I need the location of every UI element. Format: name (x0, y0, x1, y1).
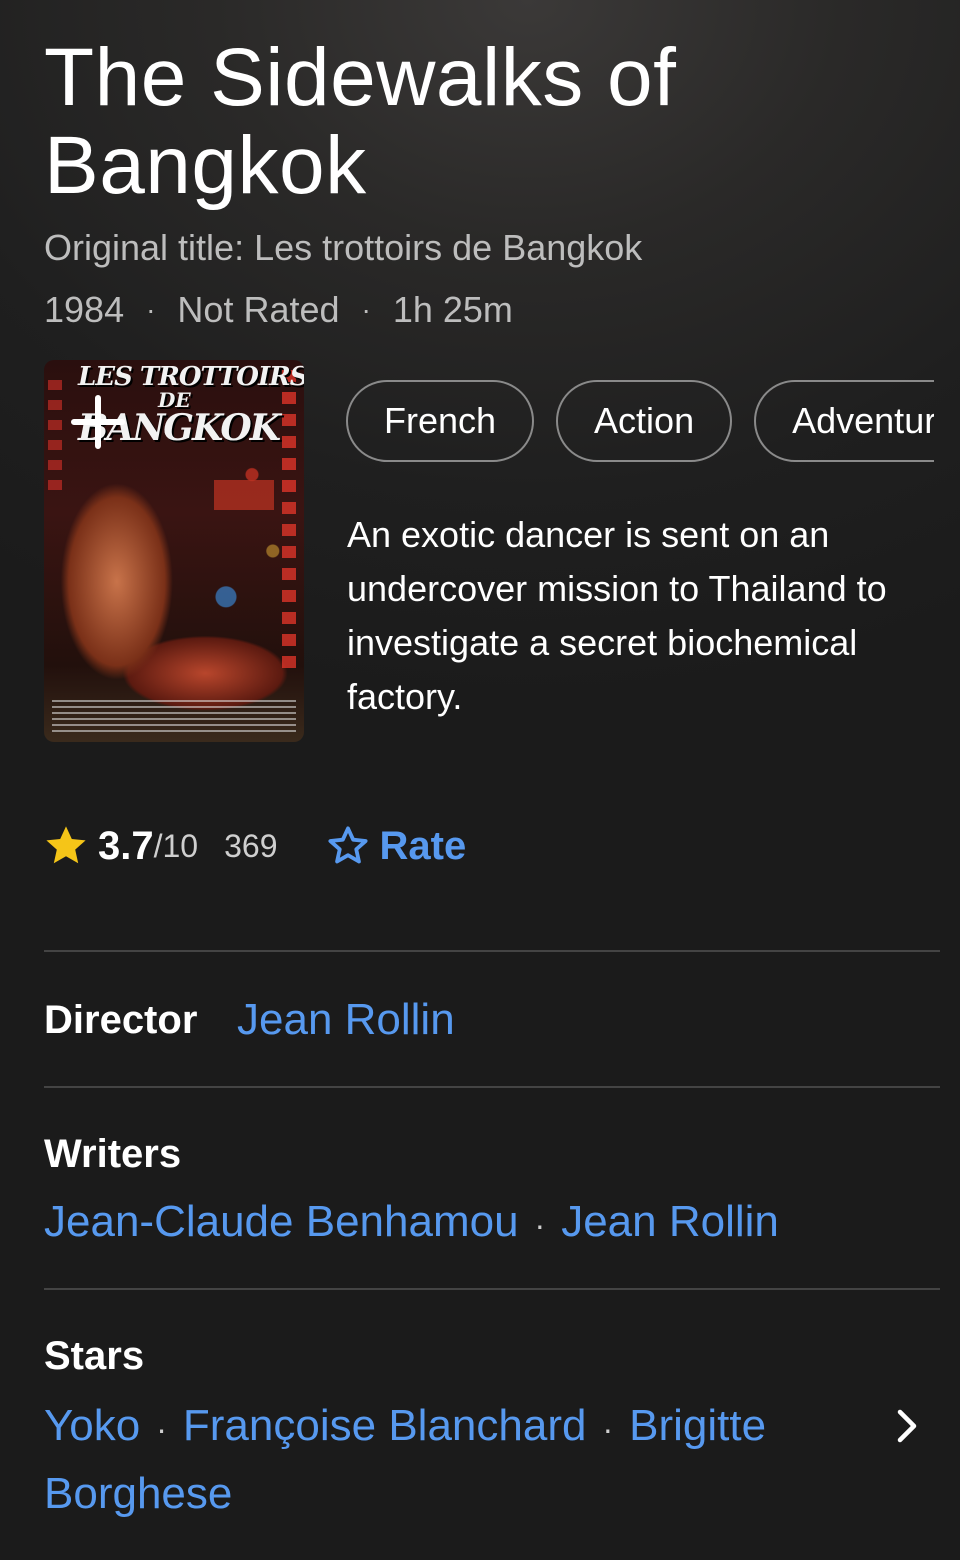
original-title: Original title: Les trottoirs de Bangkok (44, 227, 643, 268)
divider (44, 950, 940, 952)
name-separator: · (534, 1207, 546, 1243)
rating-max: /10 (153, 827, 199, 864)
divider (44, 1086, 940, 1088)
writer-link[interactable]: Jean-Claude Benhamou (44, 1197, 519, 1246)
star-icon (46, 826, 86, 864)
rating-count: 369 (224, 827, 278, 864)
meta-separator: · (146, 294, 156, 325)
director-names: Jean Rollin (237, 986, 455, 1054)
runtime: 1h 25m (392, 289, 513, 330)
star-link[interactable]: Brigitte (629, 1401, 766, 1450)
poster-neon-sign (214, 480, 274, 510)
rating-row: 3.7 /10 369 Rate (42, 816, 466, 876)
star-outline-icon (328, 826, 369, 864)
page-title: The Sidewalks of Bangkok (44, 32, 677, 211)
release-year[interactable]: 1984 (44, 288, 124, 332)
stars-names-line: Yoko · Françoise Blanchard · Brigitte (44, 1392, 766, 1463)
certificate[interactable]: Not Rated (177, 288, 339, 332)
writer-link[interactable]: Jean Rollin (561, 1197, 779, 1246)
plot-summary[interactable]: An exotic dancer is sent on an undercove… (347, 508, 927, 724)
genre-chip[interactable]: French (346, 380, 535, 462)
genre-chip[interactable]: Action (556, 380, 733, 462)
writers-label: Writers (44, 1132, 182, 1176)
writers-names: Jean-Claude Benhamou · Jean Rollin (44, 1188, 779, 1259)
star-link[interactable]: Borghese (44, 1469, 232, 1518)
stars-label: Stars (44, 1334, 145, 1378)
star-link[interactable]: Yoko (44, 1401, 140, 1450)
add-icon (71, 395, 125, 449)
poster-credit-block (52, 700, 296, 736)
add-to-watchlist-button[interactable] (56, 380, 140, 464)
genre-chips: French Action Adventure (346, 380, 934, 464)
rate-label: Rate (379, 823, 467, 868)
chevron-right-icon[interactable] (892, 1406, 924, 1446)
director-link[interactable]: Jean Rollin (237, 995, 455, 1044)
meta-separator: · (361, 294, 371, 325)
name-separator: · (602, 1411, 614, 1447)
rating-value[interactable]: 3.7 (98, 824, 154, 869)
stars-names-line: Borghese (44, 1460, 232, 1528)
star-link[interactable]: Françoise Blanchard (183, 1401, 587, 1450)
title-meta: 1984 · Not Rated · 1h 25m (44, 288, 513, 332)
name-separator: · (156, 1411, 167, 1447)
rate-button[interactable]: Rate (325, 823, 466, 869)
genre-chip[interactable]: Adventure (754, 380, 934, 462)
title-page: The Sidewalks of Bangkok Original title:… (0, 0, 960, 1560)
divider (44, 1288, 940, 1290)
director-label: Director (44, 998, 198, 1042)
